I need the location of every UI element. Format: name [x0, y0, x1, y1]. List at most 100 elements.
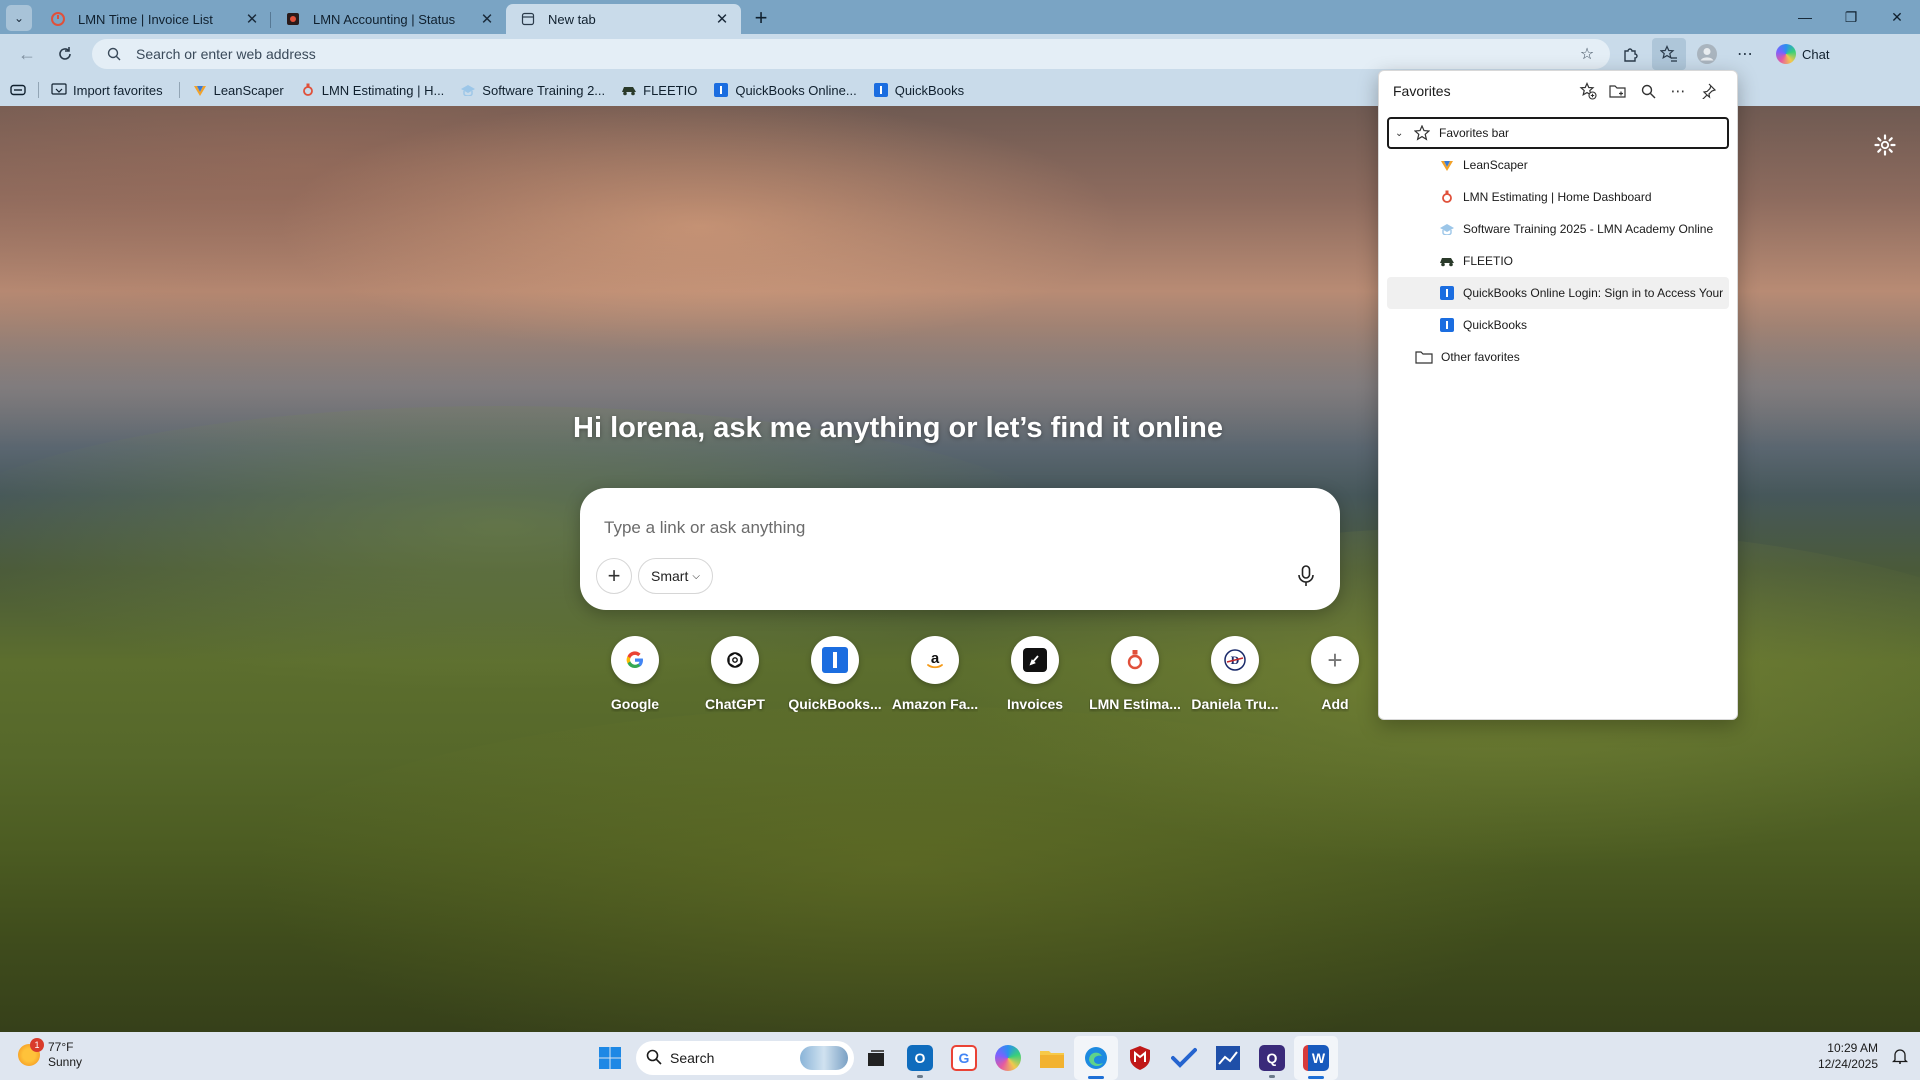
- microphone-icon[interactable]: [1290, 560, 1322, 592]
- notification-bell-icon[interactable]: [1890, 1046, 1910, 1066]
- other-favorites-label: Other favorites: [1441, 350, 1520, 364]
- chevron-down-icon[interactable]: ⌄: [1395, 128, 1411, 139]
- pin-icon[interactable]: [1693, 76, 1723, 106]
- quickbooks-icon: [811, 636, 859, 684]
- mcafee-icon[interactable]: [1118, 1036, 1162, 1080]
- quick-link-google[interactable]: Google: [585, 636, 685, 712]
- favorites-panel-header: Favorites ⋯: [1379, 71, 1737, 111]
- favorite-item-quickbooks-online[interactable]: QuickBooks Online Login: Sign in to Acce…: [1387, 277, 1729, 309]
- edge-icon[interactable]: [1074, 1036, 1118, 1080]
- copilot-icon[interactable]: [986, 1036, 1030, 1080]
- collections-icon[interactable]: [10, 84, 26, 96]
- address-bar[interactable]: Search or enter web address ☆: [92, 39, 1610, 69]
- weather-widget[interactable]: 1 77°F Sunny: [18, 1038, 82, 1070]
- close-icon[interactable]: ✕: [478, 10, 496, 28]
- weather-text: 77°F Sunny: [48, 1040, 82, 1070]
- back-button[interactable]: ←: [10, 38, 44, 70]
- favorites-button[interactable]: [1652, 38, 1686, 70]
- tab-actions-menu-button[interactable]: ⌄: [6, 5, 32, 31]
- page-search-input[interactable]: Type a link or ask anything: [604, 518, 805, 538]
- favorites-bar-folder[interactable]: ⌄ Favorites bar: [1387, 117, 1729, 149]
- extensions-button[interactable]: [1614, 38, 1648, 70]
- taskbar: 1 77°F Sunny Search O G Q W 10:29 AM 12/…: [0, 1032, 1920, 1080]
- quick-link-invoices[interactable]: Invoices: [985, 636, 1085, 712]
- page-settings-gear-icon[interactable]: [1872, 132, 1898, 158]
- favbar-item-label: Software Training 2...: [482, 82, 606, 98]
- divider: [178, 82, 180, 98]
- word-icon[interactable]: W: [1294, 1036, 1338, 1080]
- outlook-icon[interactable]: O: [898, 1036, 942, 1080]
- quick-link-label: Add: [1321, 696, 1349, 712]
- file-explorer-icon[interactable]: [1030, 1036, 1074, 1080]
- quickbooks-icon: [1439, 317, 1455, 333]
- smart-mode-dropdown[interactable]: Smart ⌵: [638, 558, 713, 594]
- task-view-icon[interactable]: [854, 1036, 898, 1080]
- import-favorites-link[interactable]: Import favorites: [51, 82, 163, 98]
- favorites-panel: Favorites ⋯ ⌄ Favorites bar LeanScaper L…: [1378, 70, 1738, 720]
- add-folder-icon[interactable]: [1603, 76, 1633, 106]
- daniela-trucking-icon: D: [1211, 636, 1259, 684]
- favorite-item-lmn-estimating[interactable]: LMN Estimating | Home Dashboard: [1387, 181, 1729, 213]
- system-clock[interactable]: 10:29 AM 12/24/2025: [1818, 1040, 1878, 1072]
- add-favorite-icon[interactable]: [1573, 76, 1603, 106]
- close-window-button[interactable]: ✕: [1874, 0, 1920, 34]
- favbar-item-leanscaper[interactable]: LeanScaper: [192, 82, 284, 98]
- add-favorite-star-icon[interactable]: ☆: [1576, 43, 1598, 65]
- add-quick-link-button[interactable]: + Add: [1285, 636, 1385, 712]
- quick-link-label: Invoices: [1006, 696, 1064, 712]
- favorite-item-leanscaper[interactable]: LeanScaper: [1387, 149, 1729, 181]
- favbar-item-quickbooks-online[interactable]: QuickBooks Online...: [713, 82, 857, 98]
- favorite-item-label: Software Training 2025 - LMN Academy Onl…: [1463, 222, 1714, 236]
- favbar-item-fleetio[interactable]: FLEETIO: [621, 82, 697, 98]
- page-search-box[interactable]: Type a link or ask anything + Smart ⌵: [580, 488, 1340, 610]
- quick-link-label: Amazon Fa...: [891, 696, 979, 712]
- quick-assist-icon[interactable]: Q: [1250, 1036, 1294, 1080]
- taskbar-search-label: Search: [670, 1050, 715, 1066]
- profile-button[interactable]: [1690, 38, 1724, 70]
- favorites-panel-title: Favorites: [1393, 83, 1451, 99]
- favbar-item-software-training[interactable]: Software Training 2...: [460, 82, 605, 98]
- graduation-cap-icon: [1439, 221, 1455, 237]
- google-icon[interactable]: G: [942, 1036, 986, 1080]
- quick-link-amazon[interactable]: a Amazon Fa...: [885, 636, 985, 712]
- graduation-cap-icon: [460, 82, 476, 98]
- close-icon[interactable]: ✕: [243, 10, 261, 28]
- add-attachment-button[interactable]: +: [596, 558, 632, 594]
- other-favorites-folder[interactable]: Other favorites: [1387, 341, 1729, 373]
- leanscaper-icon: [192, 82, 208, 98]
- restore-button[interactable]: ❐: [1828, 0, 1874, 34]
- favbar-item-quickbooks[interactable]: QuickBooks: [873, 82, 964, 98]
- fleetio-icon: [621, 82, 637, 98]
- address-input[interactable]: Search or enter web address: [136, 46, 1576, 62]
- tab-lmn-time[interactable]: LMN Time | Invoice List ✕: [36, 4, 271, 34]
- quick-link-label: Google: [610, 696, 660, 712]
- more-options-icon[interactable]: ⋯: [1663, 76, 1693, 106]
- minimize-button[interactable]: —: [1782, 0, 1828, 34]
- settings-more-button[interactable]: ⋯: [1728, 38, 1762, 70]
- search-icon[interactable]: [1633, 76, 1663, 106]
- favorite-item-quickbooks[interactable]: QuickBooks: [1387, 309, 1729, 341]
- taskbar-search[interactable]: Search: [636, 1041, 854, 1075]
- address-toolbar: ← Search or enter web address ☆ ⋯ Chat: [0, 34, 1920, 74]
- plus-icon: +: [754, 5, 768, 30]
- chevron-down-icon: ⌄: [13, 11, 25, 25]
- start-button[interactable]: [590, 1038, 630, 1078]
- search-icon: [104, 44, 124, 64]
- new-tab-button[interactable]: +: [747, 4, 775, 32]
- tab-lmn-accounting[interactable]: LMN Accounting | Status ✕: [270, 4, 506, 34]
- quick-link-quickbooks[interactable]: QuickBooks...: [785, 636, 885, 712]
- close-icon[interactable]: ✕: [713, 10, 731, 28]
- quick-link-daniela[interactable]: D Daniela Tru...: [1185, 636, 1285, 712]
- favorite-item-software-training[interactable]: Software Training 2025 - LMN Academy Onl…: [1387, 213, 1729, 245]
- refresh-button[interactable]: [48, 38, 82, 70]
- favbar-item-lmn-estimating[interactable]: LMN Estimating | H...: [300, 82, 444, 98]
- clock-time: 10:29 AM: [1827, 1041, 1878, 1055]
- quick-link-label: LMN Estima...: [1089, 696, 1181, 712]
- quick-link-lmn-estimating[interactable]: LMN Estima...: [1085, 636, 1185, 712]
- app-chart-icon[interactable]: [1206, 1036, 1250, 1080]
- copilot-chat-button[interactable]: Chat: [1770, 39, 1839, 69]
- todo-icon[interactable]: [1162, 1036, 1206, 1080]
- tab-new-tab[interactable]: New tab ✕: [506, 4, 741, 34]
- favorite-item-fleetio[interactable]: FLEETIO: [1387, 245, 1729, 277]
- quick-link-chatgpt[interactable]: ChatGPT: [685, 636, 785, 712]
